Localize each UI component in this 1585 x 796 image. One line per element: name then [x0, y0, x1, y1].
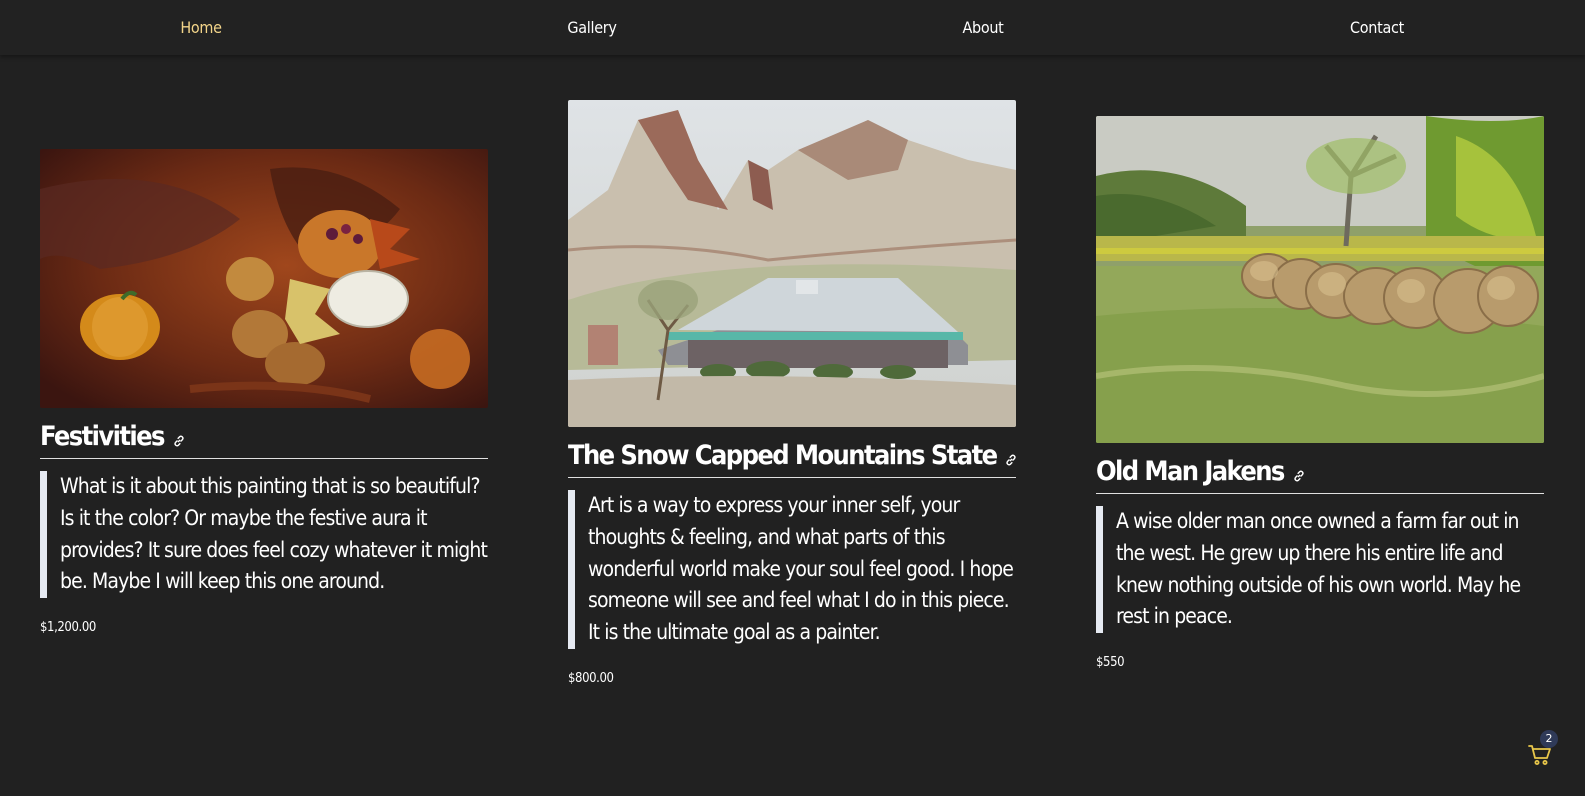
- nav-home-link[interactable]: Home: [180, 0, 222, 55]
- artwork-title-row: Festivities: [40, 420, 488, 459]
- cart-count-badge: 2: [1540, 730, 1558, 748]
- top-navigation: Home Gallery About Contact: [0, 0, 1585, 55]
- artwork-price: $800.00: [568, 670, 614, 686]
- artwork-description: A wise older man once owned a farm far o…: [1096, 506, 1544, 634]
- artwork-description: What is it about this painting that is s…: [40, 471, 488, 599]
- artwork-image-festivities[interactable]: [40, 149, 488, 408]
- nav-about-link[interactable]: About: [962, 0, 1003, 55]
- artwork-description: Art is a way to express your inner self,…: [568, 490, 1016, 649]
- artwork-title-row: The Snow Capped Mountains State: [568, 439, 1018, 478]
- artwork-image-old-man-jakens[interactable]: [1096, 116, 1544, 443]
- artwork-card: Old Man Jakens A wise older man once own…: [1096, 116, 1544, 670]
- artwork-price: $1,200.00: [40, 620, 96, 636]
- link-icon[interactable]: [172, 433, 186, 447]
- artwork-card: The Snow Capped Mountains State Art is a…: [568, 100, 1018, 686]
- nav-contact-link[interactable]: Contact: [1350, 0, 1404, 55]
- artwork-title-row: Old Man Jakens: [1096, 455, 1544, 494]
- artwork-title: Festivities: [40, 421, 165, 452]
- cart-button[interactable]: 2: [1528, 730, 1562, 768]
- nav-gallery-link[interactable]: Gallery: [567, 0, 616, 55]
- link-icon[interactable]: [1292, 468, 1306, 482]
- artwork-image-snow-capped-mountains[interactable]: [568, 100, 1016, 427]
- artwork-price: $550: [1096, 655, 1125, 671]
- artwork-title: The Snow Capped Mountains State: [568, 440, 998, 471]
- artwork-title: Old Man Jakens: [1096, 456, 1285, 487]
- artwork-card: Festivities What is it about this painti…: [40, 149, 488, 635]
- link-icon[interactable]: [1004, 452, 1018, 466]
